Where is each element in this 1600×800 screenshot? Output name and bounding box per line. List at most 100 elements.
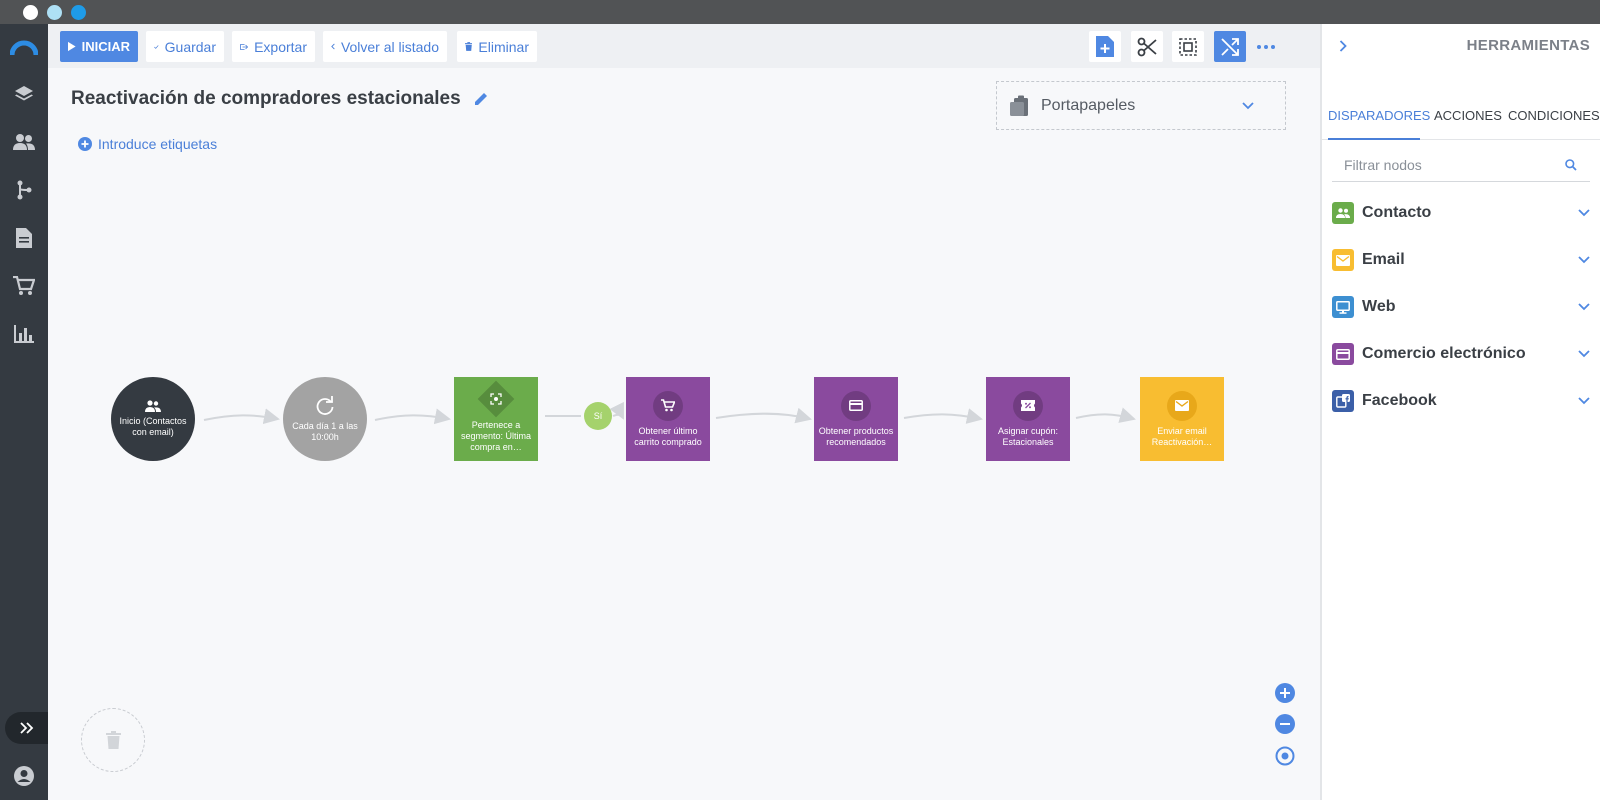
node-glyph — [1167, 390, 1197, 421]
node-label: Cada día 1 a las 10:00h — [292, 420, 358, 442]
workflow-node-segment[interactable]: Pertenece a segmento: Última compra en… — [454, 377, 538, 461]
connector-line — [203, 408, 280, 425]
workflow-node-send-email[interactable]: Enviar email Reactivación… — [1140, 377, 1224, 461]
category-email[interactable]: Email — [1332, 245, 1590, 275]
sidebar-item-shop[interactable] — [0, 266, 48, 306]
category-label: Web — [1362, 298, 1396, 315]
zoom-out-button[interactable] — [1274, 713, 1296, 735]
category-facebook[interactable]: Facebook — [1332, 386, 1590, 416]
window-maximize-dot[interactable] — [71, 5, 86, 20]
trash-icon — [465, 42, 473, 51]
check-icon — [154, 44, 159, 49]
window-close-dot[interactable] — [23, 5, 38, 20]
auto-layout-button[interactable] — [1214, 31, 1246, 62]
tools-panel: HERRAMIENTAS DISPARADORES ACCIONES CONDI… — [1320, 24, 1600, 800]
monitor-icon — [1336, 300, 1350, 314]
start-button[interactable]: INICIAR — [60, 31, 138, 62]
tab-triggers[interactable]: DISPARADORES — [1328, 108, 1430, 123]
automation-icon — [17, 180, 32, 200]
tab-actions[interactable]: ACCIONES — [1434, 108, 1502, 123]
workflow-node-last-cart[interactable]: Obtener último carrito comprado — [626, 377, 710, 461]
sidebar-item-automation[interactable] — [0, 170, 48, 210]
category-label: Facebook — [1362, 392, 1437, 409]
tools-tabs: DISPARADORES ACCIONES CONDICIONES — [1322, 92, 1600, 140]
category-icon-badge — [1332, 296, 1354, 318]
chevron-down-icon — [1578, 256, 1590, 264]
connector-line — [903, 408, 983, 424]
card-icon — [1336, 348, 1350, 360]
category-label: Contacto — [1362, 204, 1432, 221]
users-icon — [145, 400, 161, 412]
tools-panel-header: HERRAMIENTAS — [1322, 24, 1600, 68]
workflow-node-start[interactable]: Inicio (Contactos con email) — [111, 377, 195, 461]
back-to-list-label: Volver al listado — [340, 38, 439, 55]
mail-icon — [1336, 254, 1350, 266]
sidebar-user-account[interactable] — [0, 756, 48, 796]
export-button-label: Exportar — [254, 38, 307, 55]
brand-logo[interactable] — [0, 28, 48, 68]
node-label: Asignar cupón: Estacionales — [997, 425, 1059, 447]
workflow-node-schedule[interactable]: Cada día 1 a las 10:00h — [283, 377, 367, 461]
minus-circle-icon — [1275, 714, 1295, 734]
save-button[interactable]: Guardar — [146, 31, 224, 62]
segment-icon — [490, 392, 502, 405]
sidebar-item-reports[interactable] — [0, 314, 48, 354]
delete-button[interactable]: Eliminar — [457, 31, 537, 62]
add-document-icon — [1096, 36, 1114, 57]
facebook-icon — [1336, 394, 1350, 408]
window-title-bar — [0, 0, 1600, 24]
select-area-button[interactable] — [1172, 31, 1204, 62]
category-ecommerce[interactable]: Comercio electrónico — [1332, 339, 1590, 369]
category-contacto[interactable]: Contacto — [1332, 198, 1590, 228]
sidebar-item-layers[interactable] — [0, 74, 48, 114]
more-options-button[interactable] — [1250, 31, 1282, 62]
window-minimize-dot[interactable] — [47, 5, 62, 20]
zoom-in-button[interactable] — [1274, 682, 1296, 704]
more-horizontal-icon — [1257, 44, 1275, 49]
filter-nodes-input[interactable] — [1344, 156, 1554, 173]
cut-button[interactable] — [1131, 31, 1163, 62]
save-button-label: Guardar — [164, 38, 216, 55]
user-account-icon — [14, 766, 34, 786]
chevron-down-icon — [1578, 397, 1590, 405]
chevron-down-icon — [1578, 209, 1590, 217]
chevron-down-icon — [1578, 303, 1590, 311]
export-button[interactable]: Exportar — [232, 31, 315, 62]
chevron-right-icon[interactable] — [1339, 40, 1347, 52]
chevron-left-icon — [331, 43, 335, 50]
automation-editor: INICIAR Guardar Exportar Volver al lista… — [0, 0, 1600, 800]
search-icon — [1565, 159, 1577, 171]
category-icon-badge — [1332, 249, 1354, 271]
node-label: Obtener productos recomendados — [818, 425, 894, 447]
sidebar-item-contacts[interactable] — [0, 122, 48, 162]
contacts-icon — [1336, 208, 1350, 218]
sidebar-item-documents[interactable] — [0, 218, 48, 258]
brand-logo-icon — [10, 40, 38, 56]
back-to-list-button[interactable]: Volver al listado — [323, 31, 447, 62]
center-view-button[interactable] — [1274, 745, 1296, 767]
workflow-node-recommended-products[interactable]: Obtener productos recomendados — [814, 377, 898, 461]
delete-button-label: Eliminar — [478, 38, 529, 55]
branch-yes-badge[interactable]: Sí — [584, 402, 612, 430]
layers-icon — [15, 86, 33, 101]
mail-icon — [1175, 400, 1189, 411]
sidebar-expand-button[interactable] — [5, 712, 48, 744]
workflow-canvas[interactable]: Reactivación de compradores estacionales… — [48, 68, 1320, 800]
start-button-label: INICIAR — [81, 39, 130, 54]
export-icon — [240, 43, 249, 50]
category-label: Comercio electrónico — [1362, 345, 1526, 362]
category-icon-badge — [1332, 390, 1354, 412]
add-node-button[interactable] — [1089, 31, 1121, 62]
tab-conditions[interactable]: CONDICIONES — [1508, 108, 1600, 123]
editor-toolbar: INICIAR Guardar Exportar Volver al lista… — [48, 24, 1320, 68]
plus-circle-icon — [1275, 683, 1295, 703]
workflow-node-assign-coupon[interactable]: Asignar cupón: Estacionales — [986, 377, 1070, 461]
tools-panel-title: HERRAMIENTAS — [1466, 37, 1590, 54]
node-trash-dropzone[interactable] — [81, 708, 145, 772]
contacts-icon — [13, 134, 35, 150]
category-web[interactable]: Web — [1332, 292, 1590, 322]
document-icon — [16, 228, 32, 248]
filter-nodes-field[interactable] — [1332, 148, 1590, 182]
select-area-icon — [1179, 37, 1197, 56]
category-label: Email — [1362, 251, 1405, 268]
